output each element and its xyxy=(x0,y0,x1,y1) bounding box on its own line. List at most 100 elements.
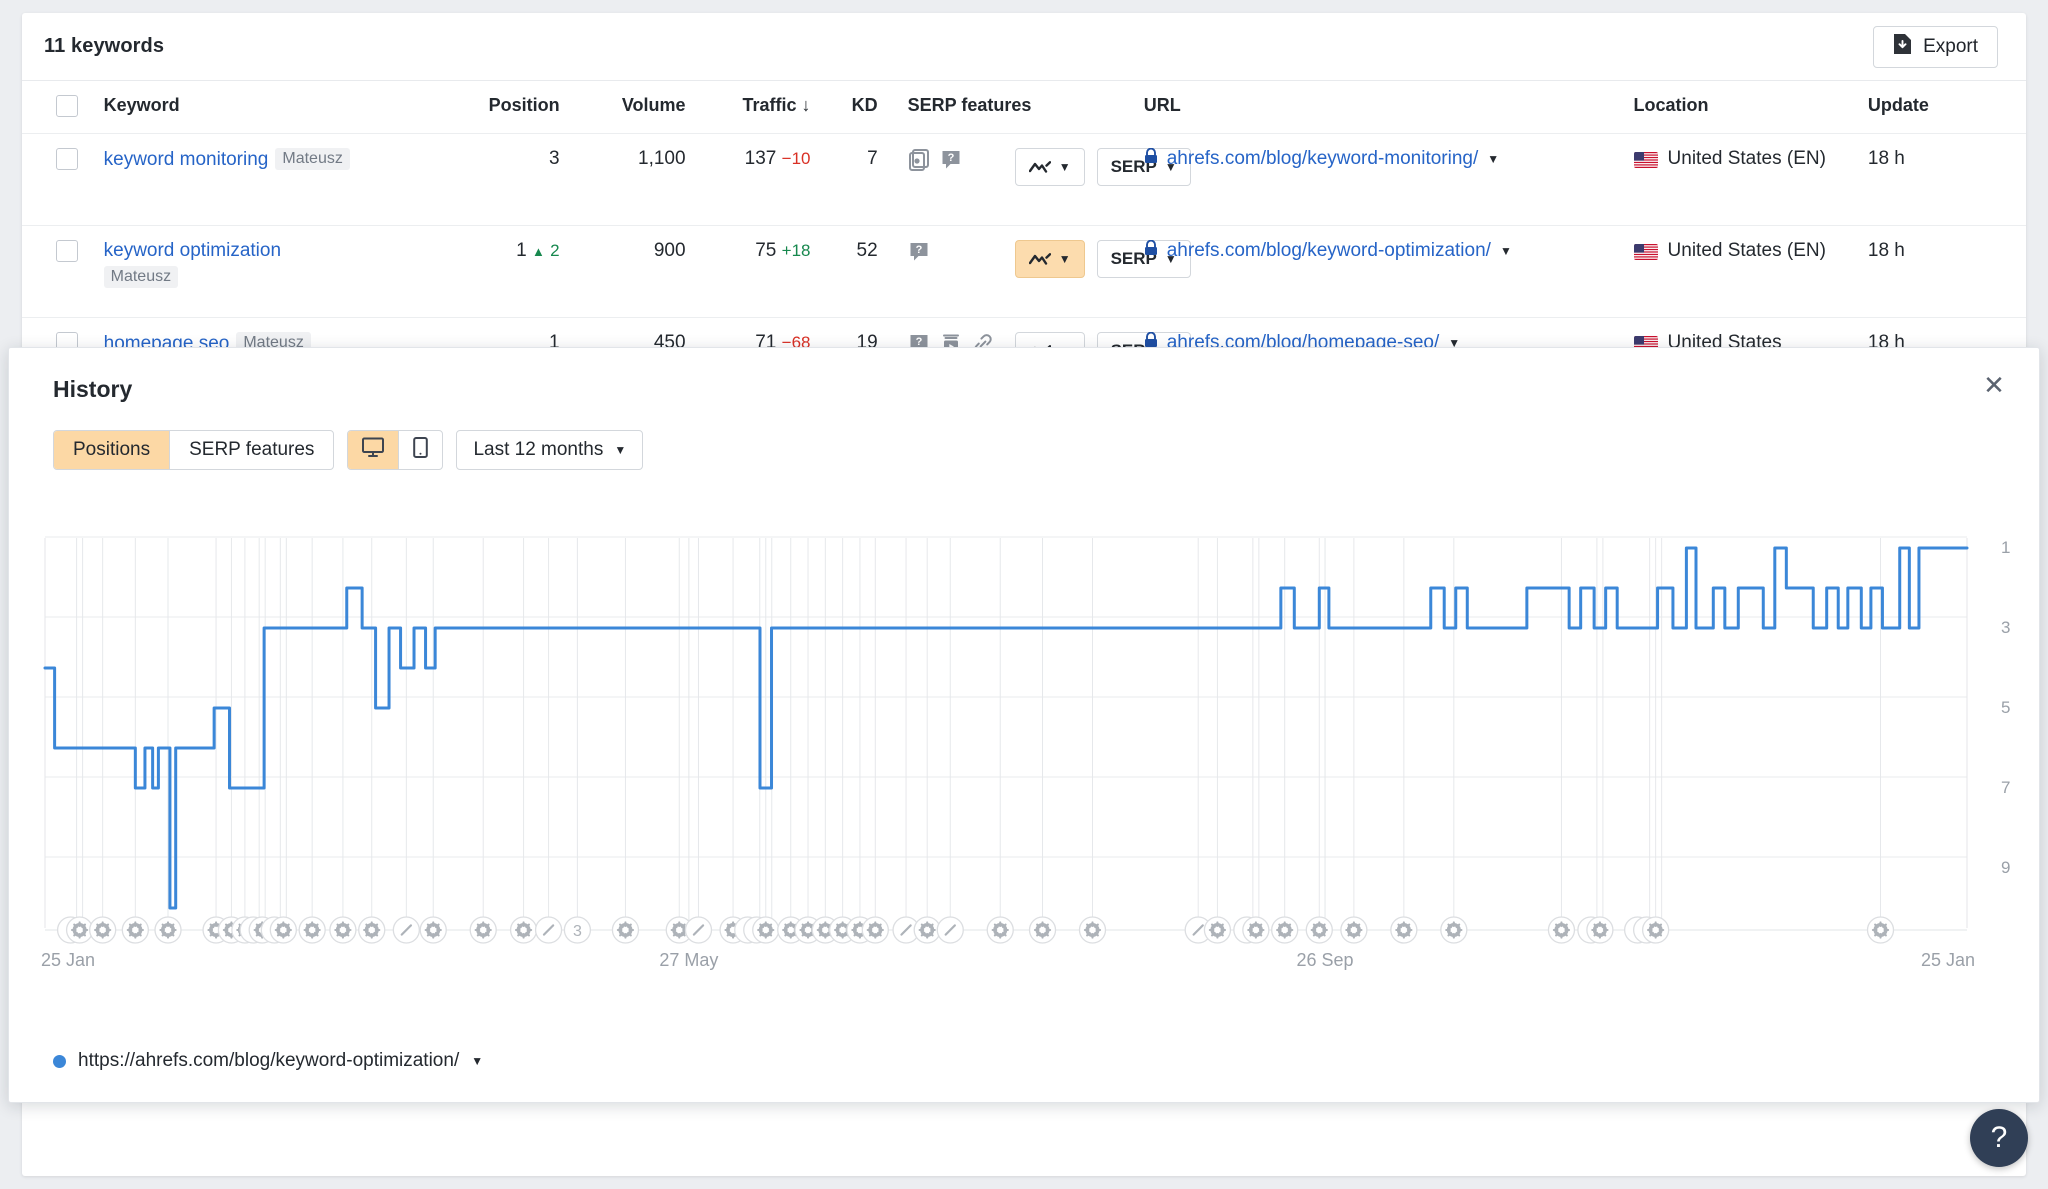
gear-icon xyxy=(1312,922,1327,937)
y-axis-tick-label: 7 xyxy=(2001,778,2010,797)
gear-icon xyxy=(1592,922,1607,937)
chart-event-marker[interactable] xyxy=(359,917,385,943)
column-header-update[interactable]: Update xyxy=(1868,81,2026,134)
chart-event-marker[interactable] xyxy=(753,917,779,943)
chevron-down-icon[interactable]: ▼ xyxy=(1500,244,1512,258)
chart-event-marker[interactable] xyxy=(1243,917,1269,943)
position-history-button[interactable]: ▼ xyxy=(1015,240,1085,278)
traffic-cell: 75 +18 xyxy=(686,226,823,318)
serp-features-cell: ? xyxy=(886,226,1015,318)
chart-event-marker[interactable] xyxy=(1391,917,1417,943)
history-chart[interactable]: 13579325 Jan27 May26 Sep25 Jan xyxy=(9,508,2040,1028)
column-header-volume[interactable]: Volume xyxy=(578,81,686,134)
gear-icon xyxy=(476,922,491,937)
chart-event-marker[interactable] xyxy=(862,917,888,943)
row-checkbox[interactable] xyxy=(56,240,78,262)
column-header-serp-features[interactable]: SERP features xyxy=(886,81,1144,134)
chart-event-marker[interactable] xyxy=(612,917,638,943)
chart-event-marker[interactable] xyxy=(937,917,963,943)
chart-event-marker[interactable] xyxy=(987,917,1013,943)
chart-event-marker[interactable] xyxy=(155,917,181,943)
chart-event-marker[interactable] xyxy=(1587,917,1613,943)
y-axis-tick-label: 9 xyxy=(2001,858,2010,877)
chevron-down-icon[interactable]: ▼ xyxy=(471,1054,483,1068)
chart-event-marker[interactable] xyxy=(122,917,148,943)
table-row[interactable]: keyword monitoringMateusz31,100137 −107?… xyxy=(22,134,2026,226)
chart-event-marker[interactable] xyxy=(1306,917,1332,943)
chart-event-marker[interactable] xyxy=(1548,917,1574,943)
select-all-checkbox[interactable] xyxy=(56,95,78,117)
lock-icon xyxy=(1144,148,1158,170)
chevron-down-icon: ▼ xyxy=(614,443,626,457)
chart-event-marker[interactable] xyxy=(914,917,940,943)
x-axis-tick-label: 25 Jan xyxy=(41,950,95,970)
svg-text:?: ? xyxy=(915,244,922,256)
metric-tab-group: Positions SERP features xyxy=(53,430,334,470)
row-actions-cell: ▼SERP▼ xyxy=(1015,226,1144,318)
chart-event-marker[interactable] xyxy=(393,917,419,943)
chart-event-marker[interactable] xyxy=(470,917,496,943)
chart-event-marker[interactable] xyxy=(420,917,446,943)
column-header-keyword[interactable]: Keyword xyxy=(104,81,436,134)
tab-serp-features[interactable]: SERP features xyxy=(170,431,333,469)
chart-event-marker[interactable] xyxy=(270,917,296,943)
chart-event-marker[interactable] xyxy=(1643,917,1669,943)
position-delta: 2 xyxy=(550,241,559,260)
positions-line-chart[interactable]: 13579325 Jan27 May26 Sep25 Jan xyxy=(9,508,2040,1028)
chart-event-marker[interactable] xyxy=(1079,917,1105,943)
select-all-header xyxy=(22,81,104,134)
chart-event-marker[interactable] xyxy=(511,917,537,943)
app-root: 11 keywords Export Keyword xyxy=(0,0,2048,1189)
y-axis-tick-label: 5 xyxy=(2001,698,2010,717)
row-checkbox[interactable] xyxy=(56,148,78,170)
chart-event-marker[interactable]: 3 xyxy=(564,917,590,943)
chevron-down-icon: ▼ xyxy=(1059,252,1071,266)
chart-event-marker[interactable] xyxy=(1030,917,1056,943)
position-history-button[interactable]: ▼ xyxy=(1015,148,1085,186)
column-header-traffic[interactable]: Traffic ↓ xyxy=(686,81,823,134)
legend-url-label[interactable]: https://ahrefs.com/blog/keyword-optimiza… xyxy=(78,1050,459,1072)
keyword-tag[interactable]: Mateusz xyxy=(275,148,349,170)
chart-event-marker[interactable] xyxy=(1341,917,1367,943)
column-header-kd[interactable]: KD xyxy=(822,81,885,134)
keyword-link[interactable]: keyword optimization xyxy=(104,240,281,261)
close-icon[interactable]: ✕ xyxy=(1977,368,2011,402)
x-axis-tick-label: 25 Jan xyxy=(1921,950,1975,970)
chevron-down-icon: ▼ xyxy=(1059,160,1071,174)
tab-mobile[interactable] xyxy=(399,431,442,469)
table-header-row: Keyword Position Volume Traffic ↓ KD SER… xyxy=(22,81,2026,134)
column-header-location[interactable]: Location xyxy=(1634,81,1868,134)
url-link[interactable]: ahrefs.com/blog/keyword-optimization/ xyxy=(1167,240,1491,262)
row-select-cell xyxy=(22,134,104,226)
column-header-position[interactable]: Position xyxy=(435,81,577,134)
url-link[interactable]: ahrefs.com/blog/keyword-monitoring/ xyxy=(1167,148,1479,170)
tab-desktop[interactable] xyxy=(348,431,399,469)
export-button[interactable]: Export xyxy=(1873,26,1998,68)
keyword-tag[interactable]: Mateusz xyxy=(104,266,178,288)
update-cell: 18 h xyxy=(1868,226,2026,318)
chevron-down-icon[interactable]: ▼ xyxy=(1487,152,1499,166)
date-range-dropdown[interactable]: Last 12 months ▼ xyxy=(456,430,643,470)
chart-event-marker[interactable] xyxy=(330,917,356,943)
chart-event-marker[interactable] xyxy=(299,917,325,943)
y-axis-tick-label: 3 xyxy=(2001,618,2010,637)
image-pack-icon[interactable] xyxy=(908,148,930,172)
keyword-link[interactable]: keyword monitoring xyxy=(104,149,269,170)
gear-icon xyxy=(516,922,531,937)
table-row[interactable]: keyword optimizationMateusz1 ▲ 290075 +1… xyxy=(22,226,2026,318)
location-label: United States (EN) xyxy=(1668,240,1826,262)
column-header-url[interactable]: URL xyxy=(1144,81,1634,134)
people-also-ask-icon[interactable]: ? xyxy=(908,240,930,264)
chart-event-marker[interactable] xyxy=(67,917,93,943)
tab-positions[interactable]: Positions xyxy=(54,431,170,469)
help-button[interactable]: ? xyxy=(1970,1109,2028,1167)
chart-event-marker[interactable] xyxy=(1272,917,1298,943)
chart-event-marker[interactable] xyxy=(1868,917,1894,943)
chart-event-marker[interactable] xyxy=(1204,917,1230,943)
chart-event-marker[interactable] xyxy=(685,917,711,943)
chart-event-marker[interactable] xyxy=(1441,917,1467,943)
people-also-ask-icon[interactable]: ? xyxy=(940,148,962,172)
chart-event-marker[interactable] xyxy=(536,917,562,943)
keywords-card-header: 11 keywords Export xyxy=(22,13,2026,81)
chart-event-marker[interactable] xyxy=(90,917,116,943)
